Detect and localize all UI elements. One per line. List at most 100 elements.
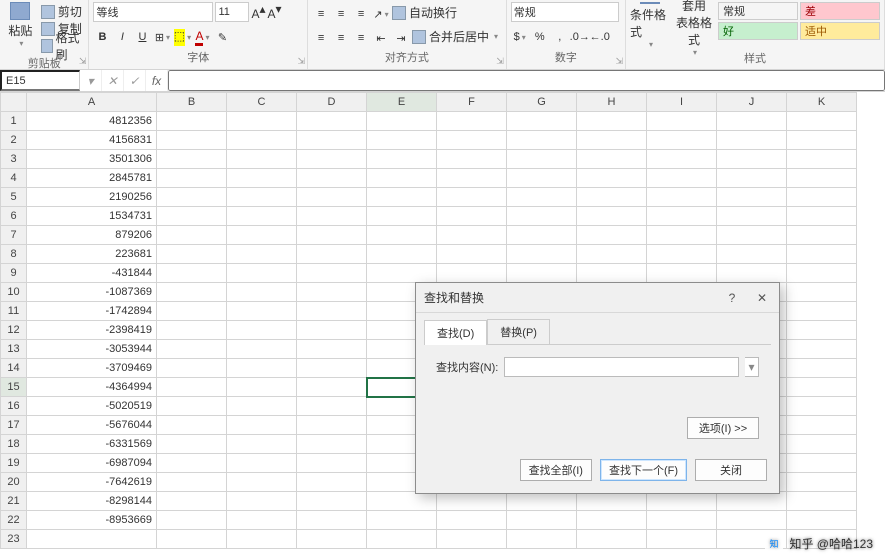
wrap-text-button[interactable]: 自动换行	[392, 5, 457, 20]
cell-K14[interactable]	[787, 359, 857, 378]
cell-C1[interactable]	[227, 112, 297, 131]
cell-B18[interactable]	[157, 435, 227, 454]
cell-H3[interactable]	[577, 150, 647, 169]
cell-A7[interactable]: 879206	[27, 226, 157, 245]
cell-K4[interactable]	[787, 169, 857, 188]
cell-K5[interactable]	[787, 188, 857, 207]
cell-G22[interactable]	[507, 511, 577, 530]
col-header-B[interactable]: B	[157, 93, 227, 112]
cell-A19[interactable]: -6987094	[27, 454, 157, 473]
cell-E21[interactable]	[367, 492, 437, 511]
cell-A16[interactable]: -5020519	[27, 397, 157, 416]
select-all-corner[interactable]	[1, 93, 27, 112]
cell-H9[interactable]	[577, 264, 647, 283]
row-header-22[interactable]: 22	[1, 511, 27, 530]
underline-button[interactable]: U	[133, 28, 151, 46]
cell-B9[interactable]	[157, 264, 227, 283]
row-header-9[interactable]: 9	[1, 264, 27, 283]
row-header-4[interactable]: 4	[1, 169, 27, 188]
accounting-format-button[interactable]: $▾	[511, 28, 529, 46]
conditional-formatting-button[interactable]: 条件格式▾	[630, 2, 670, 48]
row-header-6[interactable]: 6	[1, 207, 27, 226]
cell-D16[interactable]	[297, 397, 367, 416]
cell-J22[interactable]	[717, 511, 787, 530]
format-as-table-button[interactable]: 套用 表格格式▾	[674, 2, 714, 48]
cell-H22[interactable]	[577, 511, 647, 530]
cell-E7[interactable]	[367, 226, 437, 245]
cell-J3[interactable]	[717, 150, 787, 169]
cell-B11[interactable]	[157, 302, 227, 321]
col-header-G[interactable]: G	[507, 93, 577, 112]
cell-J4[interactable]	[717, 169, 787, 188]
row-header-1[interactable]: 1	[1, 112, 27, 131]
find-what-input[interactable]	[504, 357, 739, 377]
cell-F21[interactable]	[437, 492, 507, 511]
cell-A3[interactable]: 3501306	[27, 150, 157, 169]
cell-B14[interactable]	[157, 359, 227, 378]
cell-D18[interactable]	[297, 435, 367, 454]
cell-A6[interactable]: 1534731	[27, 207, 157, 226]
decrease-decimal-button[interactable]: ←.0	[591, 28, 609, 46]
cell-G23[interactable]	[507, 530, 577, 549]
find-next-button[interactable]: 查找下一个(F)	[600, 459, 687, 481]
row-header-14[interactable]: 14	[1, 359, 27, 378]
cell-F22[interactable]	[437, 511, 507, 530]
cell-D6[interactable]	[297, 207, 367, 226]
cell-E22[interactable]	[367, 511, 437, 530]
cell-K21[interactable]	[787, 492, 857, 511]
number-format-combo[interactable]	[511, 2, 619, 22]
cell-K8[interactable]	[787, 245, 857, 264]
row-header-7[interactable]: 7	[1, 226, 27, 245]
cell-style-bad[interactable]: 差	[800, 2, 880, 20]
cell-style-neutral[interactable]: 适中	[800, 22, 880, 40]
cell-A17[interactable]: -5676044	[27, 416, 157, 435]
cell-G6[interactable]	[507, 207, 577, 226]
cell-F23[interactable]	[437, 530, 507, 549]
cell-D21[interactable]	[297, 492, 367, 511]
tab-find[interactable]: 查找(D)	[424, 320, 487, 345]
cell-J9[interactable]	[717, 264, 787, 283]
cell-D20[interactable]	[297, 473, 367, 492]
cell-G5[interactable]	[507, 188, 577, 207]
cell-C11[interactable]	[227, 302, 297, 321]
comma-format-button[interactable]: ,	[551, 28, 569, 46]
col-header-K[interactable]: K	[787, 93, 857, 112]
row-header-16[interactable]: 16	[1, 397, 27, 416]
cell-A5[interactable]: 2190256	[27, 188, 157, 207]
find-all-button[interactable]: 查找全部(I)	[520, 459, 592, 481]
cell-A15[interactable]: -4364994	[27, 378, 157, 397]
row-header-2[interactable]: 2	[1, 131, 27, 150]
cell-B10[interactable]	[157, 283, 227, 302]
cell-J1[interactable]	[717, 112, 787, 131]
cell-K20[interactable]	[787, 473, 857, 492]
cut-button[interactable]: 剪切	[41, 4, 85, 19]
cell-E2[interactable]	[367, 131, 437, 150]
bold-button[interactable]: B	[93, 28, 111, 46]
cell-J7[interactable]	[717, 226, 787, 245]
percent-format-button[interactable]: %	[531, 28, 549, 46]
paste-button[interactable]: 粘贴 ▾	[4, 2, 37, 48]
cell-E8[interactable]	[367, 245, 437, 264]
cell-G8[interactable]	[507, 245, 577, 264]
cell-D2[interactable]	[297, 131, 367, 150]
cell-K16[interactable]	[787, 397, 857, 416]
cell-B1[interactable]	[157, 112, 227, 131]
col-header-A[interactable]: A	[27, 93, 157, 112]
cell-J5[interactable]	[717, 188, 787, 207]
font-name-combo[interactable]	[93, 2, 213, 22]
cell-A14[interactable]: -3709469	[27, 359, 157, 378]
cell-I5[interactable]	[647, 188, 717, 207]
cell-B19[interactable]	[157, 454, 227, 473]
phonetic-button[interactable]: ✎	[213, 28, 231, 46]
row-header-13[interactable]: 13	[1, 340, 27, 359]
cell-D9[interactable]	[297, 264, 367, 283]
cell-A9[interactable]: -431844	[27, 264, 157, 283]
cell-F6[interactable]	[437, 207, 507, 226]
border-button[interactable]: ⊞▾	[153, 28, 171, 46]
cell-I21[interactable]	[647, 492, 717, 511]
row-header-20[interactable]: 20	[1, 473, 27, 492]
cell-C6[interactable]	[227, 207, 297, 226]
cell-H2[interactable]	[577, 131, 647, 150]
cell-B23[interactable]	[157, 530, 227, 549]
cell-B12[interactable]	[157, 321, 227, 340]
